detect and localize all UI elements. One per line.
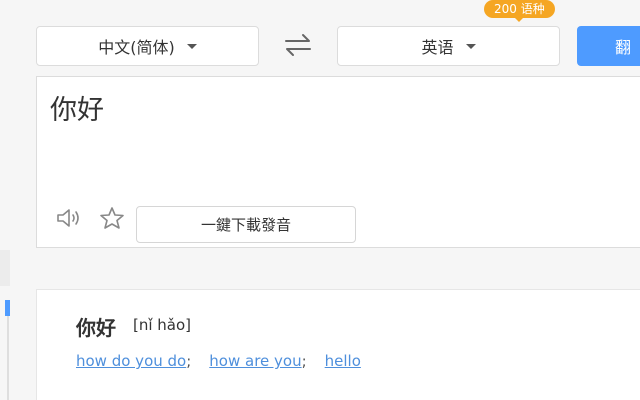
meaning-link[interactable]: hello (325, 352, 361, 370)
timeline-active-marker (5, 300, 10, 316)
star-icon (100, 207, 124, 229)
result-phonetic: [nǐ hǎo] (133, 316, 192, 334)
source-language-label: 中文(简体) (98, 38, 175, 57)
meaning-separator: ; (301, 352, 307, 370)
translate-button[interactable]: 翻 (577, 26, 640, 66)
result-card (36, 289, 640, 400)
favorite-button[interactable] (99, 206, 125, 230)
target-language-label: 英语 (421, 38, 454, 57)
speaker-button[interactable] (56, 206, 84, 230)
target-language-select[interactable]: 英语 (337, 26, 560, 66)
download-audio-label: 一鍵下載發音 (200, 216, 291, 234)
meaning-link[interactable]: how are you (209, 352, 301, 370)
swap-languages-button[interactable] (282, 30, 314, 60)
source-text: 你好 (50, 95, 104, 126)
language-count-badge: 200 语种 (484, 0, 555, 22)
download-audio-button[interactable]: 一鍵下載發音 (136, 206, 356, 243)
meaning-separator: ; (186, 352, 192, 370)
meaning-list: how do you do ; how are you ; hello (76, 352, 361, 370)
sidebar-tab (0, 250, 10, 286)
source-language-select[interactable]: 中文(简体) (36, 26, 259, 66)
speaker-icon (57, 209, 79, 227)
translate-button-label: 翻 (615, 38, 632, 57)
caret-down-icon (465, 43, 476, 49)
caret-down-icon (186, 43, 197, 49)
swap-icon (285, 34, 311, 56)
result-word: 你好 (76, 316, 116, 340)
meaning-link[interactable]: how do you do (76, 352, 186, 370)
